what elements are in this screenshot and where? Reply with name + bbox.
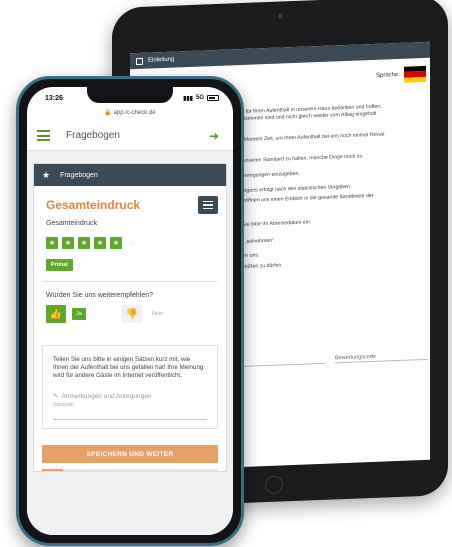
intro-text: rzlich für Ihren Aufenthalt in unserem H… <box>232 102 428 279</box>
phone-device: 13:26 ▮▮▮ 5G 🔒 app.ic-check.de Frageboge… <box>16 76 244 546</box>
network-label: 5G <box>195 95 204 101</box>
comment-label-text: Anmerkungen und Anregungen <box>61 392 152 400</box>
comment-textarea[interactable] <box>53 408 207 420</box>
star-rating[interactable]: ★ ★ ★ ★ ★ ☆ <box>34 227 226 253</box>
intro-paragraph: hren Moment Zeit, um Ihren Aufenthalt be… <box>232 131 385 144</box>
departure-date-field[interactable] <box>232 349 325 368</box>
language-selector[interactable]: Sprache: <box>375 65 426 84</box>
signal-icon: ▮▮▮ <box>183 95 193 102</box>
tablet-home-button[interactable] <box>265 475 283 495</box>
rating-label: Gesamteindruck <box>46 220 97 227</box>
comment-field-label: ✎ Anmerkungen und Anregungen <box>53 392 207 401</box>
recommend-question: Würden Sie uns weiterempfehlen? <box>46 292 154 299</box>
thumbs-down-icon[interactable]: 👎 <box>121 305 142 323</box>
comment-instructions: Teilen Sie uns bitte in einigen Sätzen k… <box>53 356 204 379</box>
thumbs-up-icon[interactable]: 👍 <box>46 305 66 323</box>
tablet-camera <box>278 13 283 19</box>
comment-panel: Teilen Sie uns bitte in einigen Sätzen k… <box>42 345 218 429</box>
intro-paragraph: und Anregungen einzugeben. <box>232 170 300 180</box>
url-bar[interactable]: 🔒 app.ic-check.de <box>27 109 233 121</box>
rating-code-field[interactable]: Bewertungscode <box>335 345 428 364</box>
url-text: app.ic-check.de <box>113 110 156 116</box>
star-icon[interactable]: ★ <box>46 237 58 249</box>
questionnaire-card: ★ Fragebogen Gesamteindruck Gesamteindru… <box>33 163 227 472</box>
save-continue-button[interactable]: SPEICHERN UND WEITER <box>42 445 218 463</box>
no-option[interactable]: Nein <box>152 311 163 317</box>
german-flag-icon[interactable] <box>404 65 426 83</box>
recommend-options: 👍 Ja 👎 Nein <box>34 305 226 323</box>
phone-screen: 13:26 ▮▮▮ 5G 🔒 app.ic-check.de Frageboge… <box>27 87 233 535</box>
star-icon: ★ <box>42 169 51 180</box>
list-icon[interactable] <box>198 196 218 214</box>
section-title: Gesamteindruck <box>46 198 141 212</box>
rating-badge: Primal <box>46 259 73 271</box>
battery-icon <box>207 95 219 101</box>
logout-icon[interactable]: ➜ <box>209 130 223 142</box>
star-icon[interactable]: ★ <box>62 237 74 249</box>
intro-paragraph: lich, unseren Standard zu halten, manche… <box>232 153 363 165</box>
status-time: 13:26 <box>45 94 63 102</box>
hamburger-menu-icon[interactable] <box>37 130 50 141</box>
star-icon[interactable]: ★ <box>78 237 90 249</box>
app-title: Fragebogen <box>66 130 120 141</box>
progress-fill <box>42 469 64 471</box>
card-header-title: Fragebogen <box>60 171 98 179</box>
star-icon[interactable]: ★ <box>94 237 106 249</box>
lock-icon: 🔒 <box>104 110 112 116</box>
page-body: ★ Fragebogen Gesamteindruck Gesamteindru… <box>27 151 233 535</box>
progress-bar <box>42 469 218 471</box>
phone-notch <box>87 87 173 103</box>
intro-paragraph: gen Sie bitte Ihr Abreisedatum ein. <box>232 219 312 229</box>
language-label: Sprache: <box>375 71 400 79</box>
document-icon <box>136 57 143 65</box>
tablet-form-fields: Bewertungscode <box>232 345 428 368</box>
tablet-header: Einleitung <box>130 41 430 70</box>
yes-option[interactable]: Ja <box>72 308 86 320</box>
app-bar: Fragebogen ➜ <box>27 121 233 151</box>
status-right: ▮▮▮ 5G <box>183 95 219 102</box>
card-header: ★ Fragebogen <box>34 164 226 186</box>
pencil-icon: ✎ <box>53 393 59 400</box>
intro-paragraph: utton „teilnehmen". <box>232 237 276 246</box>
star-empty-icon[interactable]: ☆ <box>126 237 138 249</box>
star-icon[interactable]: ★ <box>110 237 122 249</box>
section-heading: Gesamteindruck <box>34 186 226 220</box>
tablet-header-title: Einleitung <box>148 56 175 64</box>
